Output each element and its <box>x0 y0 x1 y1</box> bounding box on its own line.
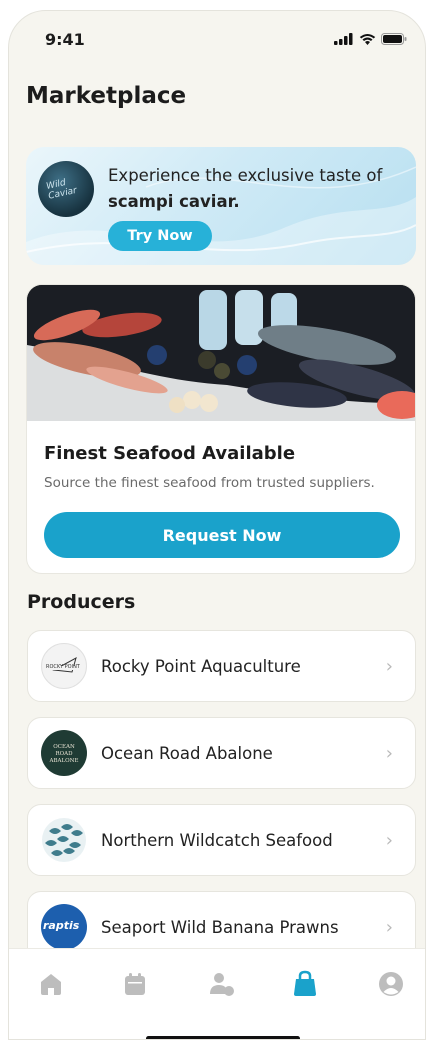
promo-text-prefix: Experience the exclusive taste of <box>108 166 383 185</box>
try-now-button[interactable]: Try Now <box>108 221 212 251</box>
profile-icon <box>379 972 403 996</box>
producer-rocky-point[interactable]: ROCKY POINT Rocky Point Aquaculture › <box>27 630 416 702</box>
wifi-icon <box>359 34 376 45</box>
chevron-right-icon: › <box>385 916 393 938</box>
ocean-road-logo-text: OCEAN ROAD ABALONE <box>49 744 79 764</box>
promo-text-bold: scampi caviar. <box>108 192 240 211</box>
producer-northern-wildcatch[interactable]: Northern Wildcatch Seafood › <box>27 804 416 876</box>
producers-heading: Producers <box>27 591 136 613</box>
promo-banner[interactable]: Wild Caviar Experience the exclusive tas… <box>26 147 416 265</box>
producer-name: Northern Wildcatch Seafood <box>101 830 333 850</box>
tab-people[interactable] <box>207 969 237 999</box>
chevron-right-icon: › <box>385 829 393 851</box>
caviar-thumbnail: Wild Caviar <box>38 161 94 217</box>
battery-icon <box>381 33 407 45</box>
home-indicator <box>146 1036 300 1039</box>
signal-icon <box>334 33 353 45</box>
chevron-right-icon: › <box>385 655 393 677</box>
seafood-photo <box>27 285 415 421</box>
producer-ocean-road[interactable]: OCEAN ROAD ABALONE Ocean Road Abalone › <box>27 717 416 789</box>
raptis-logo: raptis <box>41 904 87 950</box>
home-icon <box>41 974 61 995</box>
bottom-tab-bar <box>9 948 425 1039</box>
phone-screen: 9:41 Marketplace Wild Caviar Experience … <box>8 10 426 1040</box>
status-bar: 9:41 <box>45 29 407 49</box>
feature-title: Finest Seafood Available <box>44 443 296 464</box>
user-add-icon <box>210 973 234 996</box>
tab-home[interactable] <box>36 969 66 999</box>
status-icons <box>334 33 407 45</box>
request-now-button[interactable]: Request Now <box>44 512 400 558</box>
rocky-point-logo-text: ROCKY POINT <box>46 664 80 670</box>
producer-name: Rocky Point Aquaculture <box>101 656 301 676</box>
status-time: 9:41 <box>45 29 85 49</box>
promo-text: Experience the exclusive taste of scampi… <box>108 163 398 215</box>
tab-profile[interactable] <box>376 969 406 999</box>
producer-name: Seaport Wild Banana Prawns <box>101 917 339 937</box>
page-title: Marketplace <box>26 83 187 109</box>
tab-calendar[interactable] <box>120 969 150 999</box>
producer-name: Ocean Road Abalone <box>101 743 273 763</box>
caviar-thumbnail-label: Wild Caviar <box>45 178 78 202</box>
northern-wildcatch-logo <box>41 817 87 863</box>
tab-marketplace[interactable] <box>290 969 320 999</box>
rocky-point-logo: ROCKY POINT <box>41 643 87 689</box>
shopping-bag-icon <box>294 970 316 996</box>
ocean-road-logo: OCEAN ROAD ABALONE <box>41 730 87 776</box>
raptis-logo-text: raptis <box>43 919 80 932</box>
chevron-right-icon: › <box>385 742 393 764</box>
feature-card: Finest Seafood Available Source the fine… <box>26 284 416 574</box>
feature-subtitle: Source the finest seafood from trusted s… <box>44 475 375 491</box>
calendar-icon <box>125 973 145 995</box>
